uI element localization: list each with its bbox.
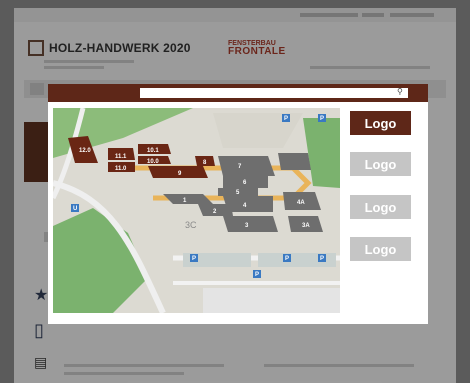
hall-label: 12.0 bbox=[79, 148, 91, 154]
grass-area bbox=[303, 118, 340, 188]
hall-label: 10.0 bbox=[147, 159, 159, 165]
hall-label: 10.1 bbox=[147, 148, 159, 154]
hall-7[interactable] bbox=[218, 156, 275, 176]
hall-label: 3A bbox=[302, 223, 310, 229]
svg-text:P: P bbox=[285, 256, 289, 262]
exhibitor-logo-button[interactable]: Logo bbox=[350, 237, 411, 261]
walkway bbox=[113, 165, 312, 201]
parking-lot bbox=[203, 288, 340, 313]
hall-label: 11.1 bbox=[115, 154, 127, 160]
hall-map-modal: ⚲ 12.0 11.1 10.1 10.0 11.0 9 8 7 6 5 4 4… bbox=[48, 84, 428, 324]
svg-text:U: U bbox=[73, 206, 77, 212]
search-icon[interactable]: ⚲ bbox=[397, 87, 406, 97]
svg-text:P: P bbox=[255, 272, 259, 278]
hall-4[interactable] bbox=[223, 196, 273, 212]
grass-area bbox=[53, 208, 148, 313]
svg-text:P: P bbox=[284, 116, 288, 122]
hall-label: 11.0 bbox=[115, 166, 127, 172]
exhibitor-logo-button[interactable]: Logo bbox=[350, 152, 411, 176]
svg-text:P: P bbox=[320, 116, 324, 122]
hall-label: 4A bbox=[297, 200, 305, 206]
svg-text:P: P bbox=[320, 256, 324, 262]
hall-side[interactable] bbox=[278, 153, 311, 170]
exhibitor-logo-button[interactable]: Logo bbox=[350, 111, 411, 135]
hall-3[interactable] bbox=[223, 216, 278, 232]
area-label-3c: 3C bbox=[185, 220, 197, 230]
map-svg: 12.0 11.1 10.1 10.0 11.0 9 8 7 6 5 4 4A … bbox=[53, 108, 340, 313]
site-map[interactable]: 12.0 11.1 10.1 10.0 11.0 9 8 7 6 5 4 4A … bbox=[53, 108, 340, 313]
exhibitor-logo-button[interactable]: Logo bbox=[350, 195, 411, 219]
search-input[interactable] bbox=[140, 88, 408, 98]
modal-header: ⚲ bbox=[48, 84, 428, 102]
svg-text:P: P bbox=[192, 256, 196, 262]
